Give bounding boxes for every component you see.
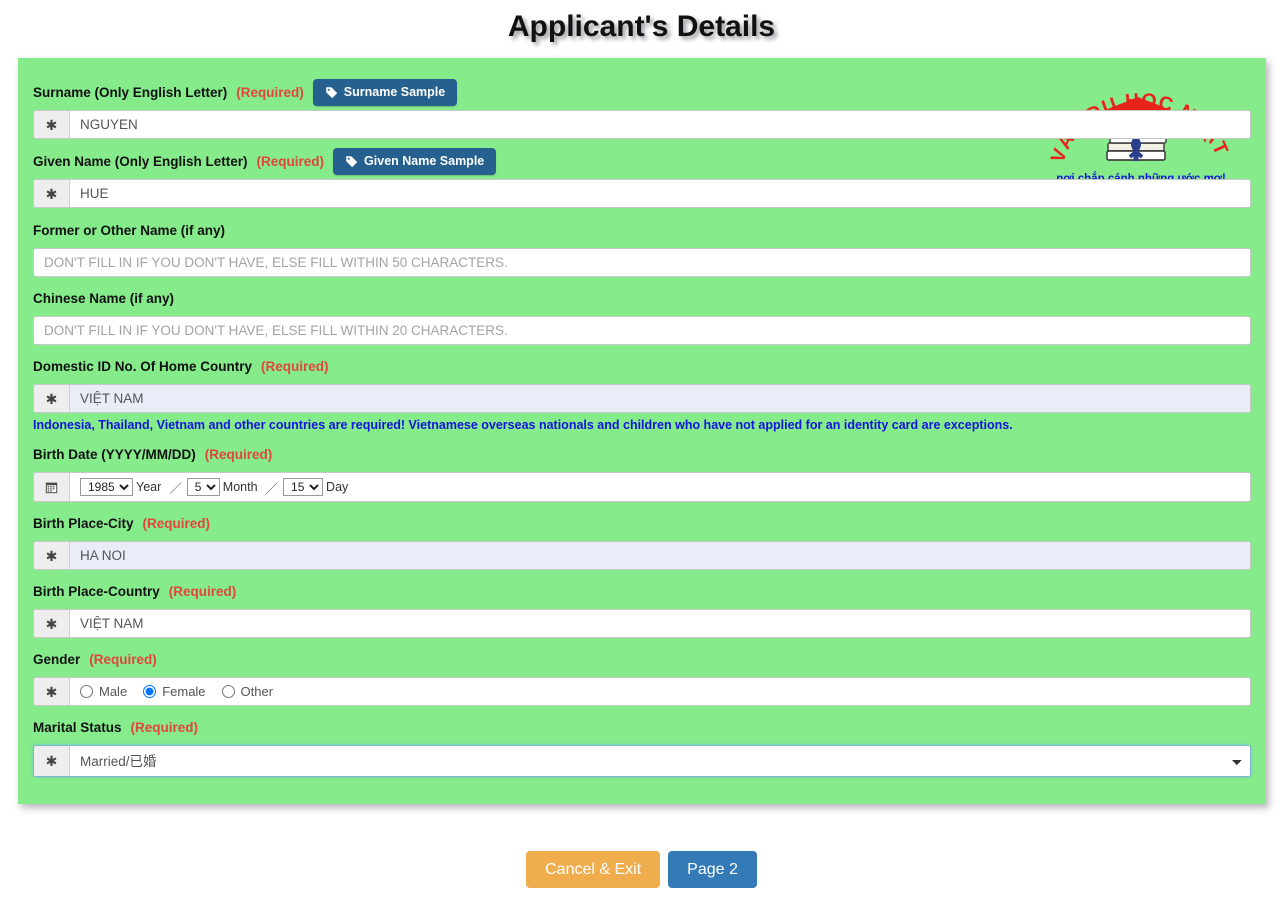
chinese-name-label-row: Chinese Name (if any)	[33, 286, 1251, 311]
former-name-label: Former or Other Name (if any)	[33, 223, 226, 238]
surname-sample-button[interactable]: Surname Sample	[312, 79, 458, 106]
birth-date-label-row: Birth Date (YYYY/MM/DD) (Required)	[33, 442, 1251, 467]
asterisk-icon: ✱	[34, 746, 70, 776]
domestic-id-note: Indonesia, Thailand, Vietnam and other c…	[33, 418, 1013, 432]
asterisk-icon: ✱	[34, 610, 70, 637]
field-given-name: Given Name (Only English Letter) (Requir…	[33, 148, 1251, 208]
birth-month-select[interactable]: 5	[186, 478, 220, 496]
calendar-icon	[34, 473, 70, 501]
surname-label: Surname (Only English Letter)	[33, 85, 228, 100]
surname-required: (Required)	[236, 85, 304, 100]
birth-date-input-group: 1985 Year ／ 5 Month ／ 15 Day	[33, 472, 1251, 502]
asterisk-icon: ✱	[34, 542, 70, 569]
birth-city-label: Birth Place-City	[33, 516, 134, 531]
field-birth-city: Birth Place-City (Required) ✱	[33, 511, 1251, 570]
gender-input-group: ✱ Male Female Other	[33, 677, 1251, 706]
field-gender: Gender (Required) ✱ Male Female Other	[33, 647, 1251, 706]
birth-country-required: (Required)	[168, 584, 237, 599]
birth-date-body: 1985 Year ／ 5 Month ／ 15 Day	[70, 473, 1250, 501]
birth-city-input-group: ✱	[33, 541, 1251, 570]
birth-month-unit: Month	[222, 480, 258, 494]
gender-options: Male Female Other	[70, 678, 1250, 705]
domestic-id-input-group: ✱	[33, 384, 1251, 413]
calendar-glyph	[45, 482, 58, 493]
field-birth-date: Birth Date (YYYY/MM/DD) (Required) 1985 …	[33, 442, 1251, 502]
gender-required: (Required)	[89, 652, 157, 667]
field-surname: Surname (Only English Letter) (Required)…	[33, 79, 1251, 139]
surname-sample-label: Surname Sample	[343, 85, 446, 100]
surname-input[interactable]	[70, 111, 1250, 138]
tag-icon	[346, 156, 358, 168]
given-name-label: Given Name (Only English Letter)	[33, 154, 248, 169]
domestic-id-required: (Required)	[261, 359, 329, 374]
given-name-sample-button[interactable]: Given Name Sample	[333, 148, 497, 175]
asterisk-icon: ✱	[34, 678, 70, 705]
gender-radio-female[interactable]	[143, 685, 157, 698]
birth-city-input[interactable]	[70, 542, 1250, 569]
former-name-label-row: Former or Other Name (if any)	[33, 218, 1251, 243]
gender-label: Gender	[33, 652, 81, 667]
asterisk-icon: ✱	[34, 385, 70, 412]
surname-label-row: Surname (Only English Letter) (Required)…	[33, 79, 1251, 106]
asterisk-icon: ✱	[34, 111, 70, 138]
field-chinese-name: Chinese Name (if any)	[33, 286, 1251, 345]
marital-status-input-group: ✱ Married/已婚	[33, 745, 1251, 777]
asterisk-icon: ✱	[34, 180, 70, 207]
gender-label-row: Gender (Required)	[33, 647, 1251, 672]
birth-city-label-row: Birth Place-City (Required)	[33, 511, 1251, 536]
footer-actions: Cancel & Exit Page 2	[0, 851, 1283, 889]
marital-status-label: Marital Status	[33, 720, 122, 735]
birth-day-select[interactable]: 15	[283, 478, 324, 496]
field-former-name: Former or Other Name (if any)	[33, 218, 1251, 277]
birth-day-unit: Day	[326, 480, 349, 494]
date-separator-1: ／	[169, 481, 182, 496]
gender-radio-male[interactable]	[80, 685, 93, 698]
applicant-details-panel: TƯ VẤN DU HỌC NHẬT ĐẠI	[18, 48, 1266, 804]
birth-city-required: (Required)	[142, 516, 211, 531]
birth-date-required: (Required)	[204, 447, 273, 462]
marital-status-select[interactable]: Married/已婚	[70, 746, 1250, 776]
given-name-input-group: ✱	[33, 179, 1251, 208]
given-name-input[interactable]	[70, 180, 1250, 207]
birth-country-label-row: Birth Place-Country (Required)	[33, 579, 1251, 604]
birth-country-input-group: ✱	[33, 609, 1251, 638]
field-domestic-id: Domestic ID No. Of Home Country (Require…	[33, 354, 1251, 433]
marital-status-label-row: Marital Status (Required)	[33, 715, 1251, 740]
domestic-id-label: Domestic ID No. Of Home Country	[33, 359, 253, 374]
page-title: Applicant's Details	[507, 10, 776, 43]
chinese-name-input[interactable]	[33, 316, 1251, 345]
marital-status-required: (Required)	[130, 720, 199, 735]
gender-label-male[interactable]: Male	[99, 684, 127, 699]
former-name-input[interactable]	[33, 248, 1251, 277]
gender-option-other[interactable]: Other	[221, 684, 274, 699]
birth-date-label: Birth Date (YYYY/MM/DD)	[33, 447, 196, 462]
given-name-sample-label: Given Name Sample	[364, 154, 485, 169]
cancel-exit-button[interactable]: Cancel & Exit	[526, 851, 661, 889]
given-name-required: (Required)	[256, 154, 325, 169]
surname-input-group: ✱	[33, 110, 1251, 139]
birth-year-unit: Year	[136, 480, 162, 494]
field-marital-status: Marital Status (Required) ✱ Married/已婚	[33, 715, 1251, 777]
page-root: Applicant's Details TƯ VẤN DU HỌC NHẬT Đ…	[0, 0, 1283, 901]
birth-country-input[interactable]	[70, 610, 1250, 637]
birth-country-label: Birth Place-Country	[33, 584, 160, 599]
gender-label-female[interactable]: Female	[162, 684, 205, 699]
given-name-label-row: Given Name (Only English Letter) (Requir…	[33, 148, 1251, 175]
domestic-id-input[interactable]	[70, 385, 1250, 412]
date-separator-2: ／	[265, 481, 279, 496]
gender-radio-other[interactable]	[221, 685, 235, 698]
field-birth-country: Birth Place-Country (Required) ✱	[33, 579, 1251, 638]
gender-label-other[interactable]: Other	[241, 684, 274, 699]
gender-option-male[interactable]: Male	[80, 684, 127, 699]
domestic-id-label-row: Domestic ID No. Of Home Country (Require…	[33, 354, 1251, 379]
page-2-button[interactable]: Page 2	[668, 851, 757, 889]
birth-year-select[interactable]: 1985	[80, 478, 133, 496]
chinese-name-label: Chinese Name (if any)	[33, 291, 175, 306]
gender-option-female[interactable]: Female	[143, 684, 206, 699]
tag-icon	[326, 87, 337, 99]
